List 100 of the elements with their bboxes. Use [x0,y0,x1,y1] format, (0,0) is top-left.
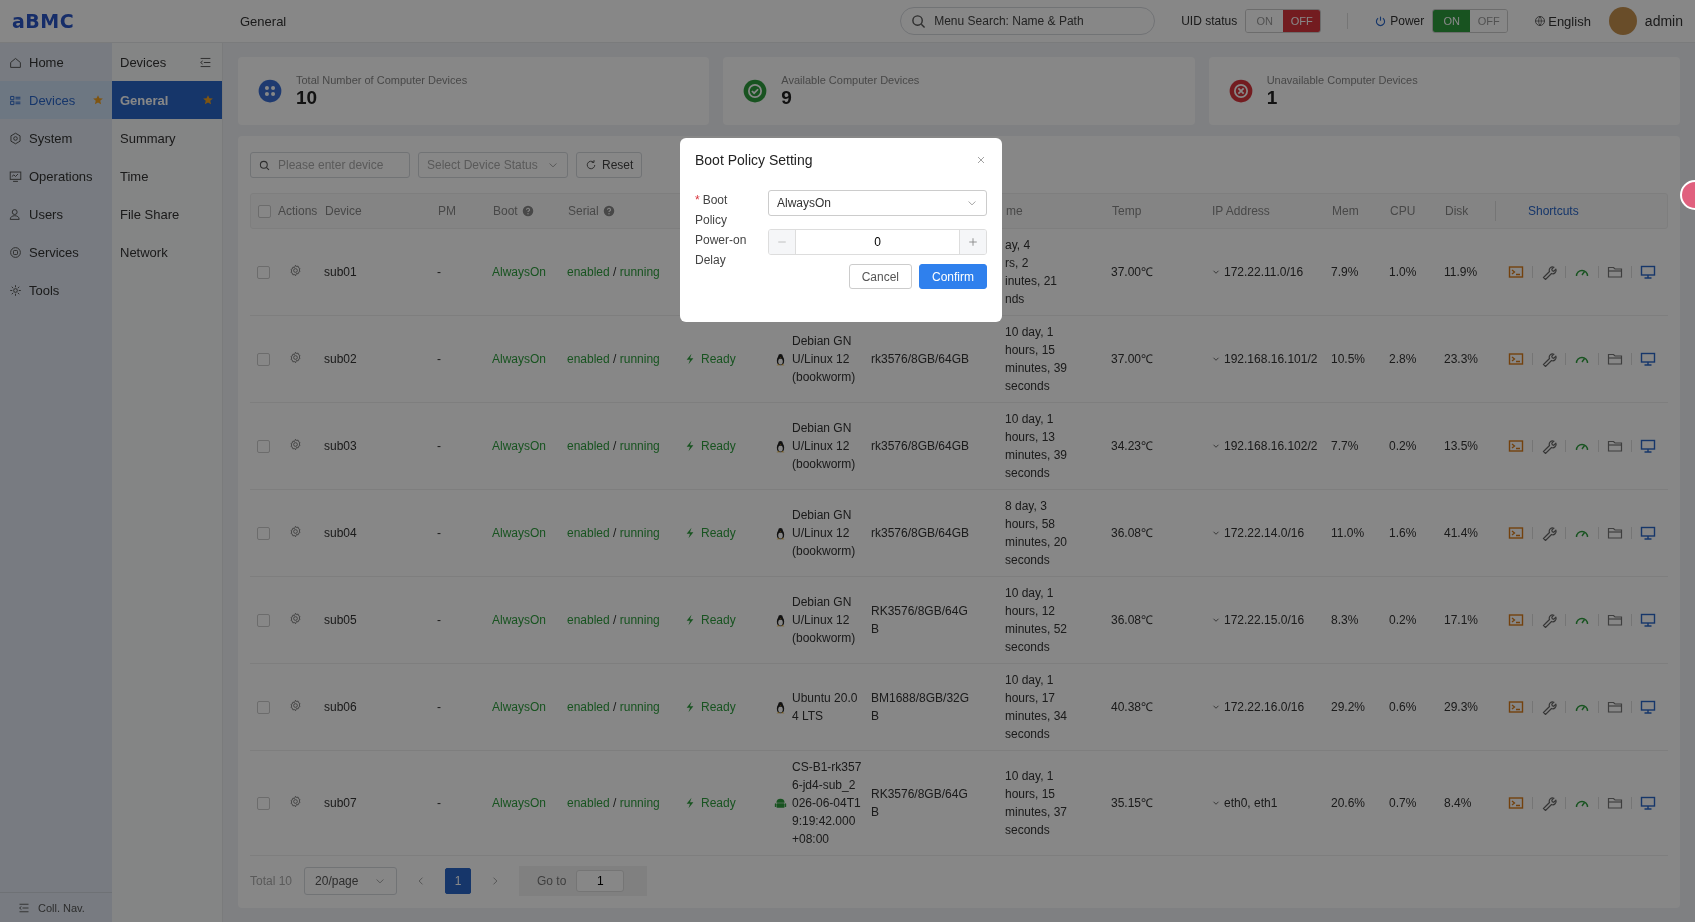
confirm-button[interactable]: Confirm [919,264,987,289]
number-stepper[interactable]: 0 [768,229,987,255]
folder-icon[interactable] [1607,795,1623,811]
cancel-button[interactable]: Cancel [848,264,912,289]
disk-usage: 11.9% [1444,264,1479,281]
page-number[interactable]: 1 [445,868,472,894]
hardware-spec: RK3576/8GB/64G B [871,603,969,638]
language-selector[interactable]: English [1548,13,1591,29]
wrench-icon[interactable] [1541,438,1557,454]
column-header: Disk [1445,204,1469,218]
list-icon [9,93,22,107]
page-size-select[interactable]: 20/page [304,867,398,895]
increment-button[interactable] [960,230,986,254]
power-toggle-option[interactable]: ON [1433,10,1471,32]
sidebar-item[interactable]: Users [0,195,112,233]
monitor-icon[interactable] [1640,795,1656,811]
monitor-icon[interactable] [1640,264,1656,280]
monitor-icon[interactable] [1640,525,1656,541]
monitor-icon[interactable] [1640,699,1656,715]
row-checkbox[interactable] [257,265,270,279]
search-icon [911,13,927,29]
disk-usage: 41.4% [1444,525,1480,542]
reset-button[interactable]: Reset [576,152,643,178]
serial-state: enabled [567,526,610,540]
folder-icon[interactable] [1607,264,1623,280]
submenu-item[interactable]: Summary [112,119,222,157]
temperature: 35.15℃ [1111,795,1155,812]
lightning-icon [684,353,696,365]
row-checkbox[interactable] [257,439,270,453]
column-header: me [1006,204,1023,218]
submenu-item[interactable]: Time [112,157,222,195]
wrench-icon[interactable] [1541,612,1557,628]
wrench-icon[interactable] [1541,264,1557,280]
uid-toggle-option[interactable]: OFF [1283,10,1321,32]
uptime: 10 day, 1 hours, 13 minutes, 39 seconds [1005,411,1069,482]
folder-icon[interactable] [1607,438,1623,454]
serial-state: running [619,526,660,540]
submenu-item[interactable]: Network [112,233,222,271]
terminal-icon[interactable] [1508,438,1524,454]
field-label: Power-on Delay [695,232,748,269]
terminal-icon[interactable] [1508,699,1524,715]
terminal-icon[interactable] [1508,612,1524,628]
search-icon [259,159,270,171]
number-input[interactable]: 0 [795,230,960,254]
power-icon [1374,14,1388,28]
table-cell-text: - [437,351,442,368]
row-checkbox[interactable] [257,700,270,714]
table-cell-text: - [437,525,442,542]
terminal-icon[interactable] [1508,525,1524,541]
wrench-icon[interactable] [1541,795,1557,811]
sidebar-item[interactable]: System [0,119,112,157]
submenu-item[interactable]: General [112,81,222,119]
serial-state: enabled [567,796,610,810]
column-header: Actions [278,204,318,218]
row-checkbox[interactable] [257,796,270,810]
ip-address: 172.22.11.0/16 [1224,264,1304,281]
select-all-checkbox[interactable] [258,204,271,218]
ip-address: 172.22.16.0/16 [1224,699,1305,716]
memory-usage: 7.9% [1331,264,1360,281]
row-checkbox[interactable] [257,352,270,366]
boot-select[interactable]: AlwaysOn [768,190,987,216]
memory-usage: 20.6% [1331,795,1367,812]
menu-search-field[interactable]: Menu Search: Name & Path [932,13,1145,29]
sidebar-item[interactable]: Devices [0,81,112,119]
folder-icon[interactable] [1607,351,1623,367]
terminal-icon[interactable] [1508,264,1524,280]
monitor-icon[interactable] [1640,438,1656,454]
wrench-icon[interactable] [1541,699,1557,715]
monitor-icon[interactable] [1640,351,1656,367]
uptime: ay, 4 rs, 2 inutes, 21 nds [1005,237,1059,308]
avatar[interactable] [1608,7,1637,35]
submenu-item[interactable]: File Share [112,195,222,233]
device-status: Ready [701,699,736,716]
uptime: 8 day, 3 hours, 58 minutes, 20 seconds [1005,498,1069,569]
boot-policy: AlwaysOn [492,699,548,716]
terminal-icon[interactable] [1508,795,1524,811]
row-checkbox[interactable] [257,613,270,627]
table-cell-text: - [437,264,442,281]
sidebar-item[interactable]: Tools [0,271,112,309]
close-button[interactable] [975,154,987,166]
hardware-spec: RK3576/8GB/64G B [871,786,969,821]
sidebar-item[interactable]: Home [0,43,112,81]
page-title: General [240,13,288,29]
folder-icon[interactable] [1607,612,1623,628]
wrench-icon[interactable] [1541,351,1557,367]
row-checkbox[interactable] [257,526,270,540]
sidebar-item[interactable]: Services [0,233,112,271]
ip-address: 192.168.16.101/2 [1224,351,1318,368]
terminal-icon[interactable] [1508,351,1524,367]
os-name: CS-B1-rk357 6-jd4-sub_2 026-06-04T1 9:19:42.000 +08:00 [792,759,862,848]
penguin-icon [774,700,787,714]
wrench-icon[interactable] [1541,525,1557,541]
folder-icon[interactable] [1607,525,1623,541]
temperature: 40.38℃ [1111,699,1155,716]
separator-text: / [613,700,617,714]
goto-page-field[interactable]: 1 [576,870,625,892]
folder-icon[interactable] [1607,699,1623,715]
sidebar-item[interactable]: Operations [0,157,112,195]
monitor-icon[interactable] [1640,612,1656,628]
user-name[interactable]: admin [1644,13,1683,29]
